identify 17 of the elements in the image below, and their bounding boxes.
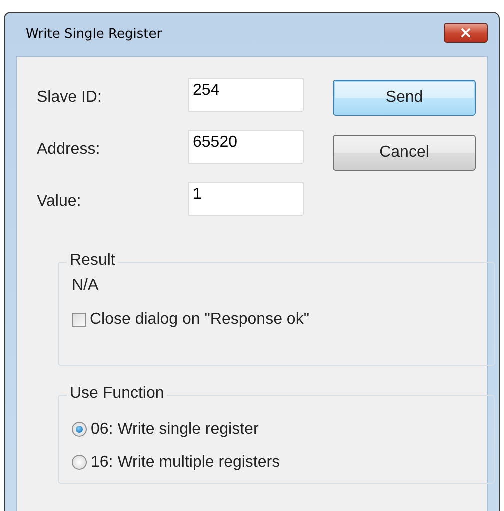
radio-button[interactable] — [72, 455, 87, 470]
checkbox-label[interactable]: Close dialog on "Response ok" — [90, 311, 310, 329]
send-button[interactable]: Send — [333, 80, 476, 116]
field-label: Address: — [37, 140, 102, 159]
radio-label[interactable]: 16: Write multiple registers — [91, 454, 280, 472]
input-field[interactable]: 65520 — [188, 130, 304, 164]
field-label: Value: — [37, 192, 82, 211]
radio-label[interactable]: 06: Write single register — [91, 420, 259, 438]
radio-button[interactable] — [72, 422, 87, 437]
cancel-button[interactable]: Cancel — [333, 135, 476, 171]
result-text: N/A — [72, 277, 100, 295]
window-title: Write Single Register — [25, 27, 162, 42]
checkbox[interactable] — [72, 313, 86, 327]
close-button[interactable]: × — [444, 22, 488, 42]
field-label: Slave ID: — [37, 88, 103, 107]
input-field[interactable]: 1 — [188, 182, 304, 216]
input-field[interactable]: 254 — [188, 78, 304, 112]
